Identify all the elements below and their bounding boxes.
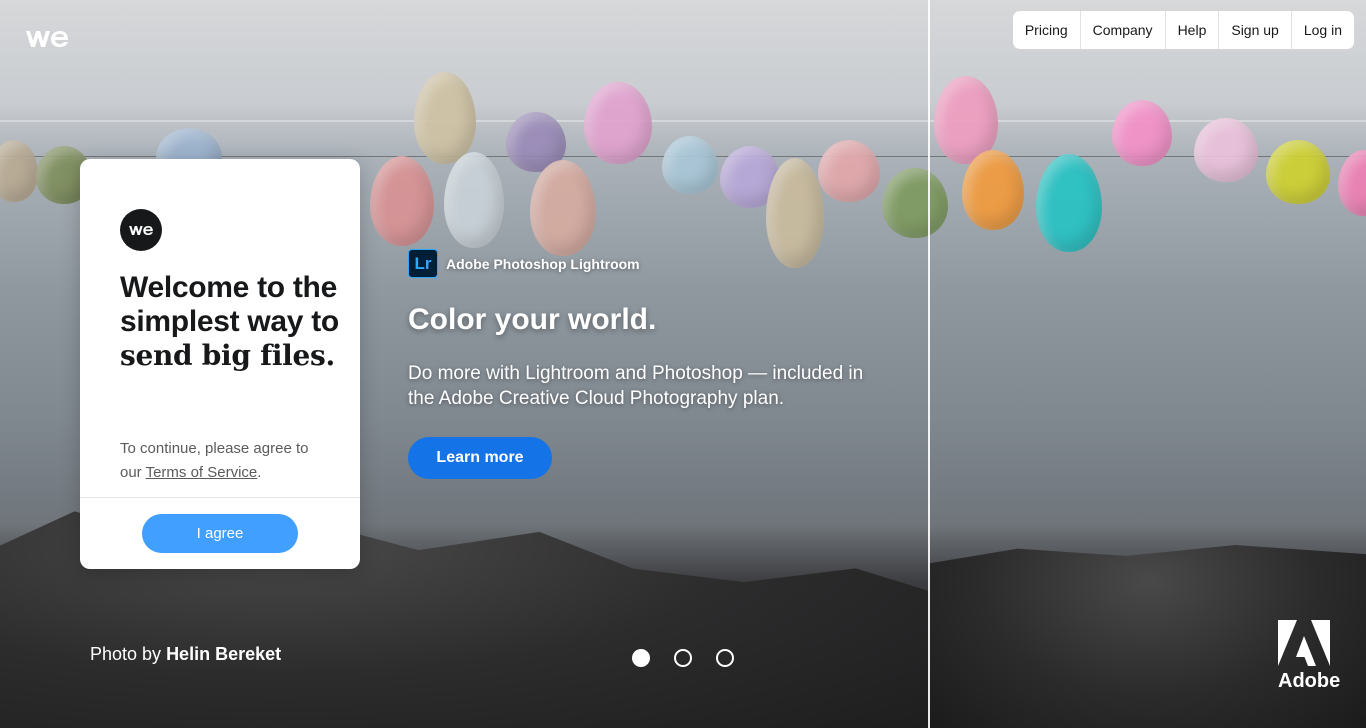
balloon: [882, 168, 948, 238]
card-divider: [80, 497, 360, 498]
terms-card: Welcome to the simplest way to send big …: [80, 159, 360, 569]
adobe-logo-text: Adobe: [1278, 670, 1341, 692]
welcome-title: Welcome to the simplest way to send big …: [120, 271, 340, 373]
lightroom-icon: Lr: [408, 249, 438, 278]
wetransfer-logo-icon: [120, 209, 162, 251]
balloon: [1266, 140, 1330, 204]
carousel-dot-3[interactable]: [716, 649, 734, 667]
welcome-title-text: Welcome to the simplest way to: [120, 271, 339, 338]
nav-help[interactable]: Help: [1164, 11, 1219, 49]
wetransfer-logo-icon[interactable]: [24, 28, 70, 50]
ad-brand[interactable]: Lr Adobe Photoshop Lightroom: [408, 249, 640, 278]
balloon: [1194, 118, 1258, 182]
balloon: [818, 140, 880, 202]
nav-pricing[interactable]: Pricing: [1013, 11, 1080, 49]
welcome-title-bold: send big files.: [120, 339, 335, 372]
balloon: [0, 140, 38, 202]
nav-log-in[interactable]: Log in: [1290, 11, 1354, 49]
carousel-dots: [632, 649, 734, 667]
ad-headline: Color your world.: [408, 303, 657, 336]
photo-credit-prefix: Photo by: [90, 644, 167, 664]
nav-company[interactable]: Company: [1079, 11, 1165, 49]
balloon: [444, 152, 504, 248]
balloon: [1036, 154, 1102, 252]
photo-credit-author[interactable]: Helin Bereket: [166, 644, 281, 664]
adobe-logo[interactable]: Adobe: [1278, 620, 1341, 693]
ad-brand-name: Adobe Photoshop Lightroom: [446, 255, 640, 272]
terms-of-service-link[interactable]: Terms of Service: [146, 464, 258, 481]
balloon: [1112, 100, 1172, 166]
balloon: [1338, 150, 1366, 216]
balloon: [584, 82, 652, 164]
balloon: [962, 150, 1024, 230]
top-navigation: Pricing Company Help Sign up Log in: [1011, 10, 1355, 50]
balloon: [414, 72, 476, 164]
balloon: [662, 136, 718, 194]
terms-text: To continue, please agree to our Terms o…: [120, 437, 330, 485]
photo-credit: Photo by Helin Bereket: [90, 644, 281, 665]
agree-button[interactable]: I agree: [142, 514, 298, 553]
balloon: [530, 160, 596, 256]
nav-sign-up[interactable]: Sign up: [1218, 11, 1290, 49]
carousel-dot-2[interactable]: [674, 649, 692, 667]
ad-body: Do more with Lightroom and Photoshop — i…: [408, 363, 864, 409]
carousel-dot-1[interactable]: [632, 649, 650, 667]
ad-divider: [928, 0, 930, 728]
terms-text-suffix: .: [257, 464, 262, 481]
adobe-logo-icon: [1278, 620, 1330, 666]
balloon: [370, 156, 434, 246]
learn-more-button[interactable]: Learn more: [408, 437, 552, 479]
balloon: [766, 158, 824, 268]
